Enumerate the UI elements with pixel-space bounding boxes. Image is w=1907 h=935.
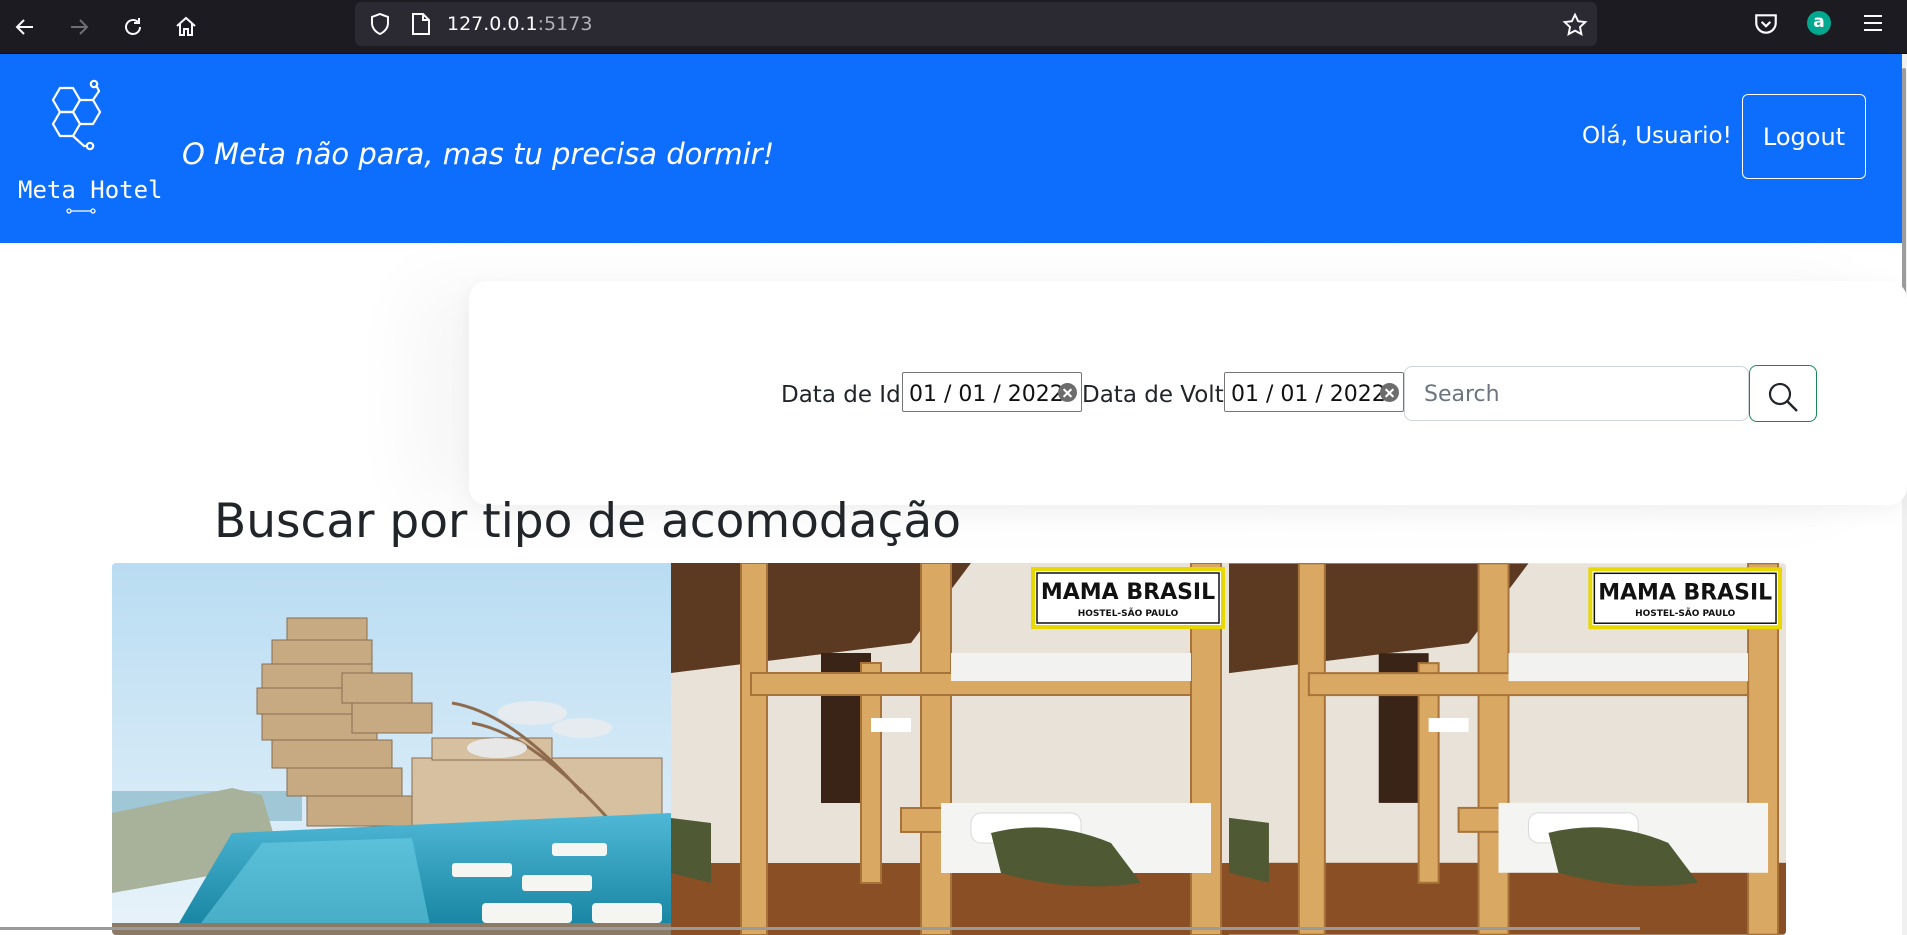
url-port: :5173 [537, 13, 593, 35]
logo-underline-icon [66, 208, 96, 214]
arrow-right-icon [71, 19, 89, 35]
hostel-photo-icon: MAMA BRASIL HOSTEL-SÃO PAULO [671, 563, 1229, 935]
forward-button[interactable] [61, 9, 97, 45]
return-date-input[interactable]: 01 / 01 / 2022 [1224, 372, 1404, 412]
horizontal-scrollbar[interactable] [0, 927, 1640, 930]
reload-button[interactable] [115, 9, 151, 45]
accommodation-carousel[interactable]: MAMA BRASIL HOSTEL-SÃO PAULO MAMA BRASIL [112, 563, 1786, 935]
hostel-photo-icon: MAMA BRASIL HOSTEL-SÃO PAULO [1229, 563, 1786, 935]
back-button[interactable] [7, 9, 43, 45]
search-placeholder: Search [1424, 382, 1500, 407]
departure-date-input[interactable]: 01 / 01 / 2022 [902, 372, 1082, 412]
sign-title: MAMA BRASIL [1041, 580, 1215, 605]
return-date-value: 01 / 01 / 2022 [1231, 382, 1386, 407]
search-input[interactable]: Search [1404, 366, 1749, 421]
account-avatar-icon[interactable]: a [1807, 11, 1831, 35]
bookmark-star-icon[interactable] [1562, 12, 1588, 38]
browser-toolbar: 127.0.0.1:5173 a [0, 0, 1907, 53]
search-icon [1768, 382, 1798, 412]
hostel-slide[interactable]: MAMA BRASIL HOSTEL-SÃO PAULO [671, 563, 1229, 935]
address-bar[interactable]: 127.0.0.1:5173 [355, 2, 1597, 46]
logo-text: Meta Hotel [18, 176, 163, 204]
sign-subtitle: HOSTEL-SÃO PAULO [1635, 607, 1736, 619]
logout-button[interactable]: Logout [1742, 94, 1866, 179]
resort-slide[interactable] [112, 563, 671, 935]
section-title: Buscar por tipo de acomodação [214, 494, 961, 549]
url-text: 127.0.0.1:5173 [447, 13, 592, 35]
sign-title: MAMA BRASIL [1598, 580, 1772, 605]
app-header: Meta Hotel O Meta não para, mas tu preci… [0, 54, 1902, 243]
shield-icon [371, 12, 389, 36]
meta-hotel-logo[interactable]: Meta Hotel [8, 79, 163, 214]
tagline: O Meta não para, mas tu precisa dormir! [182, 137, 775, 171]
arrow-left-icon [15, 19, 33, 35]
return-date-label: Data de Volta [1082, 382, 1238, 408]
departure-date-value: 01 / 01 / 2022 [909, 382, 1064, 407]
hexagon-logo-icon [51, 79, 102, 151]
sign-subtitle: HOSTEL-SÃO PAULO [1078, 608, 1179, 619]
url-host: 127.0.0.1 [447, 13, 538, 35]
clear-date-icon[interactable] [1058, 383, 1077, 402]
menu-icon[interactable] [1861, 11, 1885, 35]
reload-icon [125, 18, 141, 35]
resort-photo-icon [112, 563, 671, 935]
hostel-slide[interactable]: MAMA BRASIL HOSTEL-SÃO PAULO [1229, 563, 1786, 935]
home-button[interactable] [168, 9, 204, 45]
user-greeting: Olá, Usuario! [1582, 123, 1732, 149]
search-button[interactable] [1749, 365, 1817, 422]
pocket-icon[interactable] [1753, 11, 1779, 37]
page-icon [412, 13, 430, 35]
departure-date-label: Data de Ida [781, 382, 915, 408]
clear-date-icon[interactable] [1380, 383, 1399, 402]
home-icon [176, 16, 196, 36]
